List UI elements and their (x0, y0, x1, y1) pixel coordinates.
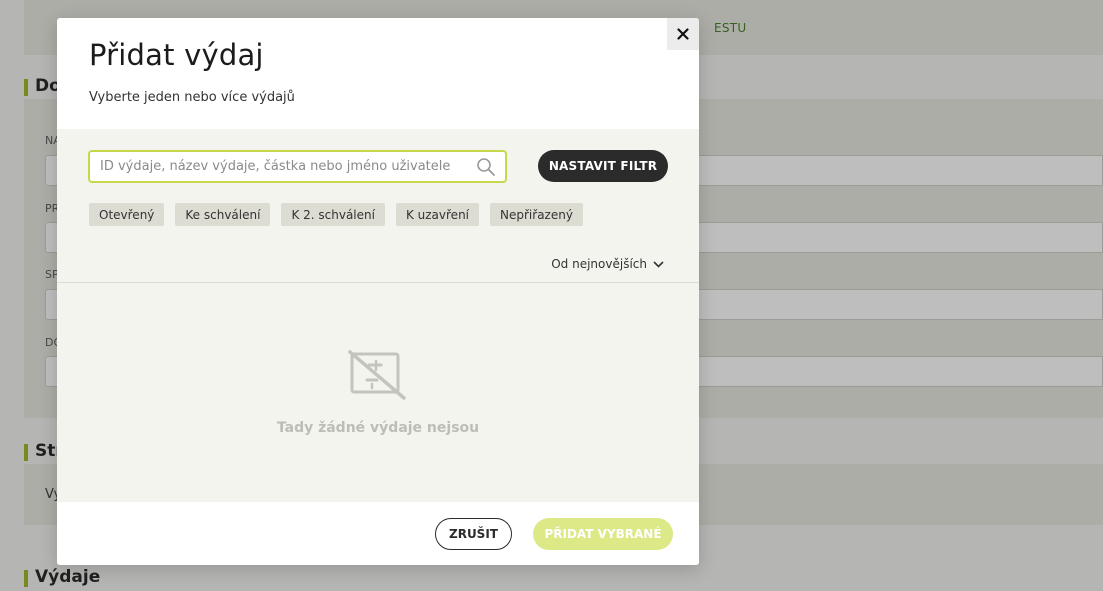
modal-subtitle: Vyberte jeden nebo více výdajů (89, 90, 295, 105)
modal-footer: ZRUŠIT PŘIDAT VYBRANÉ (57, 502, 699, 565)
status-chip-list: Otevřený Ke schválení K 2. schválení K u… (89, 203, 583, 226)
search-icon[interactable] (476, 157, 496, 177)
close-icon (677, 28, 689, 40)
cancel-button[interactable]: ZRUŠIT (435, 518, 512, 550)
modal-body: NASTAVIT FILTR Otevřený Ke schválení K 2… (57, 129, 699, 502)
list-divider (57, 282, 699, 283)
status-chip-unassigned[interactable]: Nepřiřazený (490, 203, 583, 226)
no-receipt-icon (348, 350, 406, 400)
add-expense-modal: Přidat výdaj Vyberte jeden nebo více výd… (57, 18, 699, 565)
empty-state-text: Tady žádné výdaje nejsou (276, 420, 480, 436)
status-chip-second-approval[interactable]: K 2. schválení (281, 203, 385, 226)
status-chip-to-close[interactable]: K uzavření (395, 203, 480, 226)
modal-title: Přidat výdaj (89, 38, 264, 72)
search-input[interactable] (100, 152, 470, 181)
sort-dropdown[interactable]: Od nejnovějších (551, 257, 664, 271)
search-box[interactable] (88, 150, 507, 183)
status-chip-to-approve[interactable]: Ke schválení (175, 203, 271, 226)
add-selected-button[interactable]: PŘIDAT VYBRANÉ (533, 518, 673, 550)
set-filter-button[interactable]: NASTAVIT FILTR (538, 150, 668, 182)
chevron-down-icon (653, 260, 664, 268)
sort-label: Od nejnovějších (551, 257, 647, 271)
close-button[interactable] (667, 18, 699, 50)
status-chip-open[interactable]: Otevřený (89, 203, 165, 226)
